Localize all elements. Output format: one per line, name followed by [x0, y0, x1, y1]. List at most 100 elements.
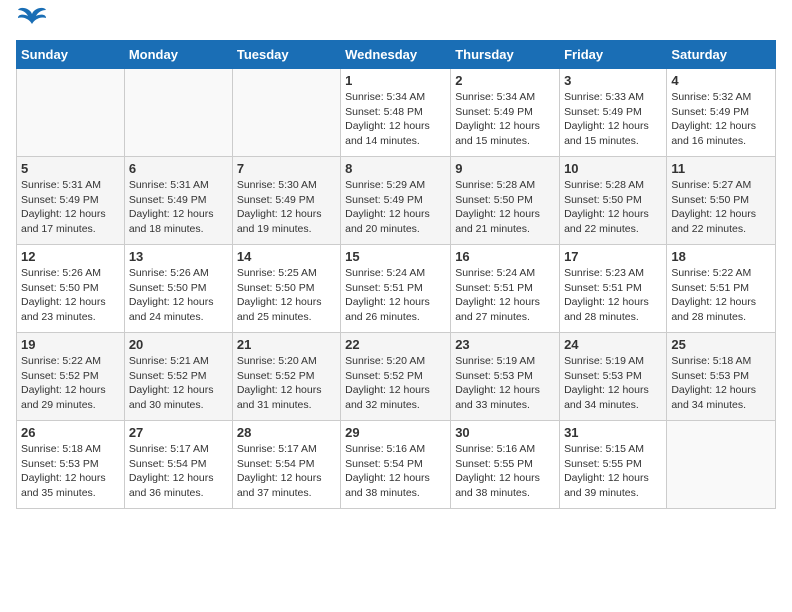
day-info: Sunrise: 5:22 AM Sunset: 5:52 PM Dayligh… — [21, 354, 120, 413]
day-number: 15 — [345, 249, 446, 264]
calendar-day-cell: 14Sunrise: 5:25 AM Sunset: 5:50 PM Dayli… — [232, 245, 340, 333]
calendar-day-cell: 21 Sunrise: 5:20 AM Sunset: 5:52 PM Dayli… — [232, 333, 340, 421]
day-number: 5 — [21, 161, 120, 176]
calendar-day-cell: 2 Sunrise: 5:34 AM Sunset: 5:49 PM Daylig… — [451, 69, 560, 157]
logo — [16, 16, 46, 28]
calendar-day-cell — [232, 69, 340, 157]
calendar-day-cell: 12 Sunrise: 5:26 AM Sunset: 5:50 PM Dayli… — [17, 245, 125, 333]
day-info: Sunrise: 5:19 AM Sunset: 5:53 PM Dayligh… — [455, 354, 555, 413]
calendar-day-cell: 4 Sunrise: 5:32 AM Sunset: 5:49 PM Daylig… — [667, 69, 776, 157]
calendar-day-cell: 3 Sunrise: 5:33 AM Sunset: 5:49 PM Daylig… — [560, 69, 667, 157]
day-number: 27 — [129, 425, 228, 440]
calendar-day-cell: 15 Sunrise: 5:24 AM Sunset: 5:51 PM Dayli… — [341, 245, 451, 333]
day-info: Sunrise: 5:15 AM Sunset: 5:55 PM Dayligh… — [564, 442, 662, 501]
day-info: Sunrise: 5:24 AM Sunset: 5:51 PM Dayligh… — [345, 266, 446, 325]
calendar-day-cell: 1Sunrise: 5:34 AM Sunset: 5:48 PM Daylig… — [341, 69, 451, 157]
day-info: Sunrise: 5:26 AM Sunset: 5:50 PM Dayligh… — [21, 266, 120, 325]
calendar-week-row: 12 Sunrise: 5:26 AM Sunset: 5:50 PM Dayli… — [17, 245, 776, 333]
day-of-week-header: Sunday — [17, 41, 125, 69]
calendar-day-cell: 17Sunrise: 5:23 AM Sunset: 5:51 PM Dayli… — [560, 245, 667, 333]
day-number: 18 — [671, 249, 771, 264]
calendar-day-cell: 26 Sunrise: 5:18 AM Sunset: 5:53 PM Dayli… — [17, 421, 125, 509]
calendar-day-cell: 16 Sunrise: 5:24 AM Sunset: 5:51 PM Dayli… — [451, 245, 560, 333]
day-number: 29 — [345, 425, 446, 440]
day-number: 2 — [455, 73, 555, 88]
day-info: Sunrise: 5:30 AM Sunset: 5:49 PM Dayligh… — [237, 178, 336, 237]
day-of-week-header: Tuesday — [232, 41, 340, 69]
calendar-day-cell: 7 Sunrise: 5:30 AM Sunset: 5:49 PM Daylig… — [232, 157, 340, 245]
day-info: Sunrise: 5:27 AM Sunset: 5:50 PM Dayligh… — [671, 178, 771, 237]
day-info: Sunrise: 5:17 AM Sunset: 5:54 PM Dayligh… — [129, 442, 228, 501]
day-number: 1 — [345, 73, 446, 88]
day-number: 12 — [21, 249, 120, 264]
day-info: Sunrise: 5:18 AM Sunset: 5:53 PM Dayligh… — [21, 442, 120, 501]
day-number: 4 — [671, 73, 771, 88]
day-number: 7 — [237, 161, 336, 176]
day-info: Sunrise: 5:26 AM Sunset: 5:50 PM Dayligh… — [129, 266, 228, 325]
day-info: Sunrise: 5:28 AM Sunset: 5:50 PM Dayligh… — [564, 178, 662, 237]
day-number: 8 — [345, 161, 446, 176]
day-info: Sunrise: 5:18 AM Sunset: 5:53 PM Dayligh… — [671, 354, 771, 413]
day-number: 20 — [129, 337, 228, 352]
calendar-day-cell: 13 Sunrise: 5:26 AM Sunset: 5:50 PM Dayli… — [124, 245, 232, 333]
calendar-day-cell: 11 Sunrise: 5:27 AM Sunset: 5:50 PM Dayli… — [667, 157, 776, 245]
day-info: Sunrise: 5:16 AM Sunset: 5:55 PM Dayligh… — [455, 442, 555, 501]
calendar-day-cell: 31 Sunrise: 5:15 AM Sunset: 5:55 PM Dayli… — [560, 421, 667, 509]
day-of-week-header: Friday — [560, 41, 667, 69]
calendar-day-cell: 19Sunrise: 5:22 AM Sunset: 5:52 PM Dayli… — [17, 333, 125, 421]
day-number: 6 — [129, 161, 228, 176]
day-info: Sunrise: 5:24 AM Sunset: 5:51 PM Dayligh… — [455, 266, 555, 325]
calendar-day-cell: 29 Sunrise: 5:16 AM Sunset: 5:54 PM Dayli… — [341, 421, 451, 509]
day-number: 31 — [564, 425, 662, 440]
day-number: 28 — [237, 425, 336, 440]
calendar-day-cell: 5Sunrise: 5:31 AM Sunset: 5:49 PM Daylig… — [17, 157, 125, 245]
calendar-day-cell: 24Sunrise: 5:19 AM Sunset: 5:53 PM Dayli… — [560, 333, 667, 421]
day-info: Sunrise: 5:32 AM Sunset: 5:49 PM Dayligh… — [671, 90, 771, 149]
calendar-week-row: 5 Sunrise: 5:31 AM Sunset: 5:49 PM Daylig… — [17, 157, 776, 245]
day-number: 11 — [671, 161, 771, 176]
calendar-day-cell: 18 Sunrise: 5:22 AM Sunset: 5:51 PM Dayli… — [667, 245, 776, 333]
calendar-day-cell: 25 Sunrise: 5:18 AM Sunset: 5:53 PM Dayli… — [667, 333, 776, 421]
calendar-day-cell: 22Sunrise: 5:20 AM Sunset: 5:52 PM Dayli… — [341, 333, 451, 421]
day-info: Sunrise: 5:22 AM Sunset: 5:51 PM Dayligh… — [671, 266, 771, 325]
day-info: Sunrise: 5:34 AM Sunset: 5:49 PM Dayligh… — [455, 90, 555, 149]
calendar-day-cell: 8Sunrise: 5:29 AM Sunset: 5:49 PM Daylig… — [341, 157, 451, 245]
day-info: Sunrise: 5:28 AM Sunset: 5:50 PM Dayligh… — [455, 178, 555, 237]
calendar-day-cell: 10 Sunrise: 5:28 AM Sunset: 5:50 PM Dayli… — [560, 157, 667, 245]
day-number: 9 — [455, 161, 555, 176]
day-info: Sunrise: 5:20 AM Sunset: 5:52 PM Dayligh… — [345, 354, 446, 413]
day-info: Sunrise: 5:20 AM Sunset: 5:52 PM Dayligh… — [237, 354, 336, 413]
day-info: Sunrise: 5:23 AM Sunset: 5:51 PM Dayligh… — [564, 266, 662, 325]
day-number: 26 — [21, 425, 120, 440]
day-of-week-header: Monday — [124, 41, 232, 69]
calendar-body: 1Sunrise: 5:34 AM Sunset: 5:48 PM Daylig… — [17, 69, 776, 509]
calendar-day-cell: 28Sunrise: 5:17 AM Sunset: 5:54 PM Dayli… — [232, 421, 340, 509]
day-info: Sunrise: 5:21 AM Sunset: 5:52 PM Dayligh… — [129, 354, 228, 413]
day-info: Sunrise: 5:16 AM Sunset: 5:54 PM Dayligh… — [345, 442, 446, 501]
day-of-week-header: Thursday — [451, 41, 560, 69]
day-of-week-header: Saturday — [667, 41, 776, 69]
calendar-day-cell: 30Sunrise: 5:16 AM Sunset: 5:55 PM Dayli… — [451, 421, 560, 509]
calendar-day-cell: 6 Sunrise: 5:31 AM Sunset: 5:49 PM Daylig… — [124, 157, 232, 245]
day-info: Sunrise: 5:31 AM Sunset: 5:49 PM Dayligh… — [129, 178, 228, 237]
calendar-day-cell: 27 Sunrise: 5:17 AM Sunset: 5:54 PM Dayli… — [124, 421, 232, 509]
day-number: 13 — [129, 249, 228, 264]
calendar-table: SundayMondayTuesdayWednesdayThursdayFrid… — [16, 40, 776, 509]
calendar-week-row: 19Sunrise: 5:22 AM Sunset: 5:52 PM Dayli… — [17, 333, 776, 421]
day-info: Sunrise: 5:33 AM Sunset: 5:49 PM Dayligh… — [564, 90, 662, 149]
day-info: Sunrise: 5:19 AM Sunset: 5:53 PM Dayligh… — [564, 354, 662, 413]
calendar-day-cell — [667, 421, 776, 509]
calendar-day-cell — [17, 69, 125, 157]
page-header — [16, 16, 776, 28]
bird-icon — [18, 6, 46, 28]
day-number: 21 — [237, 337, 336, 352]
calendar-day-cell — [124, 69, 232, 157]
day-number: 16 — [455, 249, 555, 264]
day-number: 10 — [564, 161, 662, 176]
day-number: 14 — [237, 249, 336, 264]
day-number: 23 — [455, 337, 555, 352]
day-number: 3 — [564, 73, 662, 88]
day-number: 25 — [671, 337, 771, 352]
day-of-week-header: Wednesday — [341, 41, 451, 69]
calendar-header: SundayMondayTuesdayWednesdayThursdayFrid… — [17, 41, 776, 69]
